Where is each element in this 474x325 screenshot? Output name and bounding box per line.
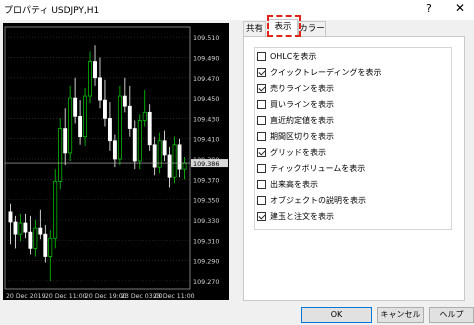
option-object-descriptions[interactable]: オブジェクトの説明を表示 xyxy=(257,194,366,206)
option-label: 出来高を表示 xyxy=(270,179,318,189)
plot-frame xyxy=(4,26,191,290)
checkbox[interactable] xyxy=(257,147,266,157)
checkbox[interactable] xyxy=(257,99,266,109)
candlestick-chart: 109.510 109.490 109.470 109.450 109.430 109.4… xyxy=(4,26,228,300)
candle-body xyxy=(103,99,107,119)
candle-body xyxy=(162,140,167,156)
option-grid[interactable]: グリッドを表示 xyxy=(257,146,326,158)
checkbox[interactable] xyxy=(257,83,266,93)
candle-body xyxy=(13,221,18,235)
candle-body xyxy=(73,97,78,117)
y-tick-label: 109.310 xyxy=(193,237,219,245)
candle-body xyxy=(43,233,48,257)
y-tick-label: 109.350 xyxy=(193,197,219,205)
option-label: ティックボリュームを表示 xyxy=(270,163,366,173)
candle-body xyxy=(23,222,28,233)
checkbox[interactable] xyxy=(257,163,266,173)
candle-body xyxy=(8,211,13,223)
y-tick-label: 109.410 xyxy=(193,136,219,144)
candle-body xyxy=(132,128,137,162)
checkbox[interactable] xyxy=(257,131,266,141)
candle-body xyxy=(182,162,187,170)
y-tick-label: 109.430 xyxy=(193,115,219,123)
candle-body xyxy=(112,140,117,160)
tab-common-label: 共有 xyxy=(245,24,263,34)
candle-body xyxy=(142,111,147,121)
option-label: 買いラインを表示 xyxy=(270,99,334,109)
candle-body xyxy=(172,144,177,178)
x-tick-label: 20 Dec 11:00 xyxy=(45,293,87,300)
candle-body xyxy=(117,95,122,160)
checkbox[interactable] xyxy=(257,51,266,61)
help-button[interactable]: ヘルプ xyxy=(429,307,474,323)
option-ask-line[interactable]: 買いラインを表示 xyxy=(257,98,334,110)
highlight-annotation xyxy=(267,15,301,37)
candle-body xyxy=(98,77,102,101)
option-label: 直近約定値を表示 xyxy=(270,115,334,125)
option-label: OHLCを表示 xyxy=(270,51,317,61)
candle-body xyxy=(28,231,33,249)
option-label: 期間区切りを表示 xyxy=(270,131,334,141)
current-price-label: 109.386 xyxy=(193,160,219,168)
candle-body xyxy=(137,120,142,162)
option-period-separators[interactable]: 期間区切りを表示 xyxy=(257,130,334,142)
cancel-button[interactable]: キャンセル xyxy=(377,307,424,323)
option-quick-trading[interactable]: クイックトレーディングを表示 xyxy=(257,66,381,78)
candle-body xyxy=(68,97,73,154)
x-tick-label: 20 Dec 2019 xyxy=(6,293,46,300)
option-last-price[interactable]: 直近約定値を表示 xyxy=(257,114,334,126)
title-bar: プロパティ USDJPY,H1 ? ✕ xyxy=(0,0,474,20)
candle-body xyxy=(53,181,58,239)
y-tick-label: 109.370 xyxy=(193,176,219,184)
option-label: オブジェクトの説明を表示 xyxy=(270,195,366,205)
candle-body xyxy=(18,222,23,235)
close-icon[interactable]: ✕ xyxy=(455,1,465,15)
checkbox[interactable] xyxy=(257,211,266,221)
option-positions-orders[interactable]: 建玉と注文を表示 xyxy=(257,210,334,222)
ok-button[interactable]: OK xyxy=(301,307,372,323)
y-tick-label: 109.510 xyxy=(193,34,219,42)
candle-body xyxy=(152,144,157,168)
candle-body xyxy=(167,154,172,178)
candle-body xyxy=(78,116,83,138)
window-title: プロパティ USDJPY,H1 xyxy=(4,6,100,16)
help-icon[interactable]: ? xyxy=(426,2,432,15)
checkbox[interactable] xyxy=(257,179,266,189)
tab-common[interactable]: 共有 xyxy=(243,21,266,37)
y-tick-label: 109.490 xyxy=(193,54,219,62)
tab-color-label: カラー xyxy=(299,24,325,34)
candle-body xyxy=(107,118,112,142)
candle-body xyxy=(177,144,182,170)
candle-body xyxy=(58,128,63,182)
checkbox[interactable] xyxy=(257,115,266,125)
candle-body xyxy=(127,105,132,129)
checkbox[interactable] xyxy=(257,67,266,77)
candle-body xyxy=(33,227,38,249)
y-tick-label: 109.470 xyxy=(193,75,219,83)
checkbox[interactable] xyxy=(257,195,266,205)
option-ohlc[interactable]: OHLCを表示 xyxy=(257,50,316,62)
y-tick-label: 109.290 xyxy=(193,258,219,266)
option-volume[interactable]: 出来高を表示 xyxy=(257,178,318,190)
y-tick-label: 109.270 xyxy=(193,278,219,286)
candle-body xyxy=(63,128,68,154)
x-tick-label: 23 Dec 11:00 xyxy=(153,293,195,300)
y-tick-label: 109.330 xyxy=(193,217,219,225)
chart-preview: 109.510 109.490 109.470 109.450 109.430 109.4… xyxy=(3,23,229,300)
candle-body xyxy=(122,95,127,107)
candle-body xyxy=(38,227,43,235)
option-bid-line[interactable]: 売りラインを表示 xyxy=(257,82,334,94)
option-label: クイックトレーディングを表示 xyxy=(270,67,382,77)
candle-body xyxy=(48,237,53,257)
option-label: グリッドを表示 xyxy=(270,147,326,157)
candle-body xyxy=(93,61,97,79)
candle-body xyxy=(88,61,92,97)
candle-body xyxy=(147,111,152,146)
option-tick-volume[interactable]: ティックボリュームを表示 xyxy=(257,162,365,174)
tab-color[interactable]: カラー xyxy=(298,21,326,37)
option-label: 売りラインを表示 xyxy=(270,83,334,93)
candle-body xyxy=(83,95,88,138)
option-label: 建玉と注文を表示 xyxy=(270,211,334,221)
y-tick-label: 109.450 xyxy=(193,95,219,103)
